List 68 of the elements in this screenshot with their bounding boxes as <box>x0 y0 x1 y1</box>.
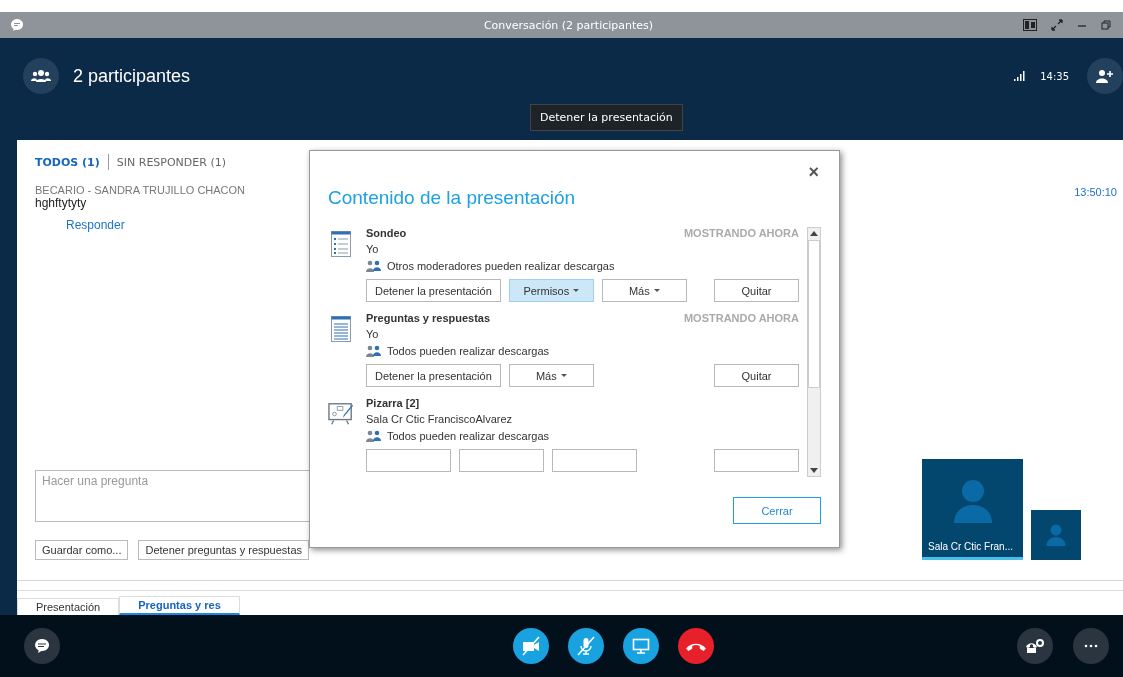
participant-tile[interactable]: Sala Cr Ctic Fran... <box>922 459 1023 560</box>
hangup-button[interactable] <box>678 628 714 664</box>
action-button[interactable]: Detener preguntas y respuestas <box>138 540 310 560</box>
restore-icon[interactable] <box>1101 20 1111 30</box>
camera-button[interactable] <box>513 628 549 664</box>
window-title: Conversación (2 participantes) <box>483 18 654 32</box>
question-time: 13:50:10 <box>1074 186 1117 198</box>
signal-icon <box>1014 71 1027 81</box>
close-dialog-button[interactable]: Cerrar <box>733 497 821 524</box>
people-icon <box>366 345 382 357</box>
dialog-button[interactable]: Permisos <box>508 279 594 302</box>
remove-button[interactable]: Quitar <box>714 364 799 387</box>
chat-bubble-icon <box>34 638 50 654</box>
document-icon <box>331 316 351 342</box>
add-participant-button[interactable] <box>1087 58 1123 94</box>
action-button[interactable]: Guardar como... <box>35 540 129 560</box>
whiteboard-icon <box>328 401 354 427</box>
mic-button[interactable] <box>568 628 604 664</box>
people-icon <box>366 260 382 272</box>
screen-button[interactable] <box>623 628 659 664</box>
filter-tab[interactable]: TODOS (1) <box>35 155 100 169</box>
status-label: MOSTRANDO AHORA <box>683 312 799 324</box>
phone-gear-icon <box>1025 638 1045 654</box>
microphone-icon <box>576 636 596 656</box>
reply-link[interactable]: Responder <box>66 218 125 232</box>
dialog-button[interactable]: Más <box>601 279 687 302</box>
status-label: MOSTRANDO AHORA <box>683 227 799 239</box>
more-icon <box>1084 644 1098 648</box>
tooltip: Detener la presentación <box>530 104 683 131</box>
hang-up-icon <box>686 641 706 651</box>
person-silhouette-icon <box>1046 524 1066 546</box>
content-owner: Yo <box>366 328 380 340</box>
content-owner: Sala Cr Ctic FranciscoAlvarez <box>366 413 514 425</box>
close-button[interactable]: × <box>808 163 819 181</box>
chat-bubble-icon <box>10 18 24 32</box>
content-owner: Yo <box>366 243 380 255</box>
dialog-button[interactable]: Detener la presentación <box>366 364 501 387</box>
content-title: Preguntas y respuestas <box>366 312 491 324</box>
layout-icon[interactable] <box>1023 19 1037 31</box>
permission-text: Otros moderadores pueden realizar descargas <box>387 260 615 272</box>
call-settings-button[interactable] <box>1017 628 1053 664</box>
participant-tile[interactable] <box>1031 510 1081 560</box>
content-title: Pizarra [2] <box>366 397 420 409</box>
scrollbar[interactable] <box>807 227 821 477</box>
participant-name: Sala Cr Ctic Fran... <box>928 541 1014 552</box>
person-silhouette-icon <box>952 479 993 523</box>
dialog-button[interactable]: Más <box>508 364 594 387</box>
participants-button[interactable] <box>23 58 59 94</box>
fullscreen-icon[interactable] <box>1051 19 1063 31</box>
call-duration: 14:35 <box>1040 70 1069 82</box>
add-person-icon <box>1096 69 1114 83</box>
people-icon <box>366 430 382 442</box>
people-icon <box>31 69 51 83</box>
chat-button[interactable] <box>24 628 60 664</box>
remove-button[interactable]: Quitar <box>714 279 799 302</box>
dialog-button[interactable]: Detener la presentación <box>366 279 501 302</box>
scroll-down-icon[interactable] <box>810 468 818 473</box>
dialog-title: Contenido de la presentación <box>328 187 577 209</box>
filter-tab[interactable]: SIN RESPONDER (1) <box>116 155 226 169</box>
conversation-title: 2 participantes <box>73 65 191 87</box>
permission-text: Todos pueden realizar descargas <box>387 345 550 357</box>
scroll-up-icon[interactable] <box>810 231 818 236</box>
permission-text: Todos pueden realizar descargas <box>387 430 550 442</box>
question-author: BECARIO - SANDRA TRUJILLO CHACON <box>35 184 247 196</box>
content-title: Sondeo <box>366 227 407 239</box>
monitor-icon <box>631 636 651 656</box>
poll-list-icon <box>331 231 351 257</box>
camera-icon <box>521 636 541 656</box>
